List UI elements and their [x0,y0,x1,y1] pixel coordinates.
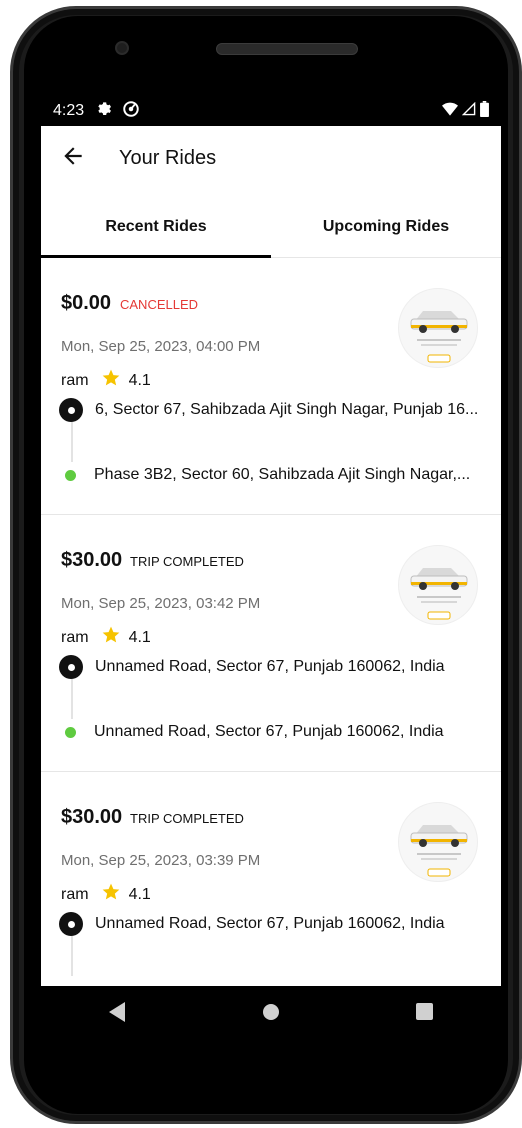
circle-home-icon [262,1003,280,1026]
ride-card[interactable]: $30.00 TRIP COMPLETED Mon, Sep 25, 2023,… [41,515,501,772]
tab-upcoming-rides[interactable]: Upcoming Rides [271,196,501,257]
nav-recents-button[interactable] [394,994,454,1034]
rides-list: $0.00 CANCELLED Mon, Sep 25, 2023, 04:00… [41,258,501,986]
status-time: 4:23 [53,102,85,119]
driver-rating: 4.1 [128,371,151,389]
star-icon [101,625,121,650]
settings-gear-icon [96,101,112,122]
status-bar: 4:23 [41,96,501,126]
ride-date: Mon, Sep 25, 2023, 03:39 PM [61,852,261,869]
pickup-pin-icon [59,655,83,679]
ride-price: $30.00 [61,806,123,828]
star-icon [101,368,121,393]
ride-price: $0.00 [61,292,112,314]
ride-status: TRIP COMPLETED [130,554,244,569]
dropoff-address: Phase 3B2, Sector 60, Sahibzada Ajit Sin… [94,466,471,483]
pickup-row: 6, Sector 67, Sahibzada Ajit Singh Nagar… [59,398,478,422]
app-bar: Your Rides [41,126,501,190]
battery-icon [480,100,489,122]
driver-info: ram 4.1 [61,625,151,650]
driver-name: ram [61,628,89,646]
pickup-address: Unnamed Road, Sector 67, Punjab 160062, … [95,658,445,675]
app-screen: 4:23 Your Rides Recent Rides Upcoming Ri… [41,96,501,986]
driver-rating: 4.1 [128,885,151,903]
pickup-row: Unnamed Road, Sector 67, Punjab 160062, … [59,912,445,936]
wifi-icon [442,102,458,121]
system-navigation-bar [41,986,501,1042]
car-thumbnail-image [398,288,478,368]
cellular-signal-icon [461,101,476,121]
ride-date: Mon, Sep 25, 2023, 03:42 PM [61,595,261,612]
earpiece-speaker [216,43,358,55]
pickup-row: Unnamed Road, Sector 67, Punjab 160062, … [59,655,445,679]
driver-rating: 4.1 [128,628,151,646]
dropoff-address: Unnamed Road, Sector 67, Punjab 160062, … [94,723,444,740]
pickup-address: 6, Sector 67, Sahibzada Ajit Singh Nagar… [95,401,479,418]
dropoff-row: Unnamed Road, Sector 67, Punjab 160062, … [59,723,444,741]
page-title: Your Rides [119,146,217,169]
tab-recent-rides[interactable]: Recent Rides [41,196,271,258]
ride-price: $30.00 [61,549,123,571]
star-icon [101,882,121,907]
triangle-back-icon [108,1001,127,1027]
dropoff-row: Phase 3B2, Sector 60, Sahibzada Ajit Sin… [59,466,470,484]
ride-status: CANCELLED [120,297,199,312]
pickup-pin-icon [59,398,83,422]
ride-date: Mon, Sep 25, 2023, 04:00 PM [61,338,261,355]
pickup-address: Unnamed Road, Sector 67, Punjab 160062, … [95,915,445,932]
arrow-back-icon [60,143,86,174]
driver-info: ram 4.1 [61,882,151,907]
sync-icon [122,100,140,123]
dropoff-dot-icon [65,726,76,738]
driver-name: ram [61,885,89,903]
ride-card[interactable]: $0.00 CANCELLED Mon, Sep 25, 2023, 04:00… [41,258,501,515]
car-thumbnail-image [398,802,478,882]
ride-status: TRIP COMPLETED [130,811,244,826]
driver-info: ram 4.1 [61,368,151,393]
pickup-pin-icon [59,912,83,936]
car-thumbnail-image [398,545,478,625]
ride-card[interactable]: $30.00 TRIP COMPLETED Mon, Sep 25, 2023,… [41,772,501,986]
dropoff-dot-icon [65,469,76,481]
ride-tabs: Recent Rides Upcoming Rides [41,196,501,258]
nav-back-button[interactable] [88,994,148,1034]
nav-home-button[interactable] [241,994,301,1034]
front-camera [115,41,129,55]
driver-name: ram [61,371,89,389]
square-recents-icon [415,1003,433,1025]
back-button[interactable] [43,126,103,190]
